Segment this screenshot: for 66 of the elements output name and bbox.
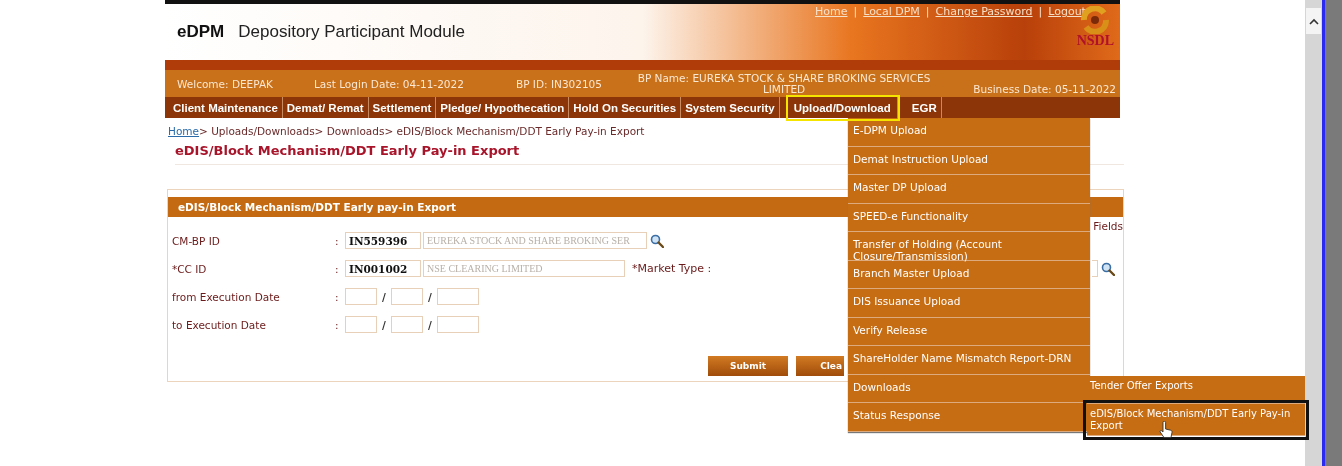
- app-name: eDPM: [177, 22, 225, 42]
- dropdown-menu-item[interactable]: Transfer of Holding (Account Closure/Transmission): [848, 232, 1090, 261]
- dropdown-menu-item[interactable]: SPEED-e Functionality: [848, 203, 1090, 232]
- dropdown-menu-item[interactable]: DIS Issuance Upload: [848, 289, 1090, 318]
- description-field: EUREKA STOCK AND SHARE BROKING SER: [423, 232, 647, 249]
- input-field[interactable]: [391, 316, 423, 333]
- input-field[interactable]: IN559396: [345, 232, 421, 249]
- link-separator: |: [1038, 5, 1043, 18]
- field-label: *Market Type :: [632, 262, 712, 275]
- colon: :: [335, 234, 340, 247]
- menu-tab[interactable]: Upload/Download: [787, 97, 898, 119]
- menu-tab[interactable]: Demat/ Remat: [282, 97, 369, 118]
- mandatory-note: Fields: [1093, 220, 1123, 232]
- info-text: Last Login Date: 04-11-2022: [314, 77, 465, 90]
- date-separator: /: [427, 290, 433, 303]
- date-separator: /: [427, 318, 433, 331]
- input-field[interactable]: IN001002: [345, 260, 421, 277]
- dropdown-menu-item[interactable]: ShareHolder Name Mismatch Report-DRN: [848, 346, 1090, 375]
- breadcrumb-trail: > Uploads/Downloads> Downloads> eDIS/Block Mechanism/DDT Early Pay-in Export: [199, 125, 645, 137]
- date-separator: /: [381, 318, 387, 331]
- header-link[interactable]: Logout: [1048, 5, 1086, 18]
- header-link[interactable]: Home: [815, 5, 848, 18]
- input-field[interactable]: [437, 316, 479, 333]
- colon: :: [335, 318, 340, 331]
- dropdown-menu-item[interactable]: Verify Release: [848, 317, 1090, 346]
- input-field[interactable]: [1092, 260, 1098, 277]
- submit-button[interactable]: Submit: [708, 356, 788, 376]
- input-field[interactable]: [345, 288, 377, 305]
- dropdown-menu-item[interactable]: Master DP Upload: [848, 175, 1090, 204]
- menu-tab[interactable]: System Security: [681, 97, 780, 118]
- link-separator: |: [853, 5, 858, 18]
- breadcrumb-link[interactable]: Home: [168, 125, 199, 137]
- colon: :: [335, 290, 340, 303]
- menu-tab[interactable]: Settlement: [368, 97, 437, 118]
- date-separator: /: [381, 290, 387, 303]
- info-text: Welcome: DEEPAK: [177, 77, 274, 90]
- input-field[interactable]: [391, 288, 423, 305]
- input-field[interactable]: [345, 316, 377, 333]
- header-link[interactable]: Local DPM: [863, 5, 920, 18]
- menu-tab[interactable]: Hold On Securities: [569, 97, 682, 118]
- scrollbar[interactable]: [1305, 0, 1322, 466]
- link-separator: |: [925, 5, 930, 18]
- search-icon[interactable]: [1101, 261, 1115, 276]
- dropdown-menu-item[interactable]: E-DPM Upload: [848, 118, 1090, 147]
- field-label: CM-BP ID: [172, 234, 221, 247]
- dropdown-menu-item[interactable]: Downloads: [848, 374, 1090, 403]
- info-text: BP ID: IN302105: [516, 77, 603, 90]
- business-date: Business Date: 05-11-2022: [973, 83, 1116, 97]
- dropdown-menu-item[interactable]: Status Response: [848, 403, 1090, 432]
- scroll-up-icon[interactable]: [1308, 17, 1319, 25]
- search-icon[interactable]: [650, 233, 664, 248]
- menu-tab[interactable]: Pledge/ Hypothecation: [436, 97, 570, 118]
- field-label: from Execution Date: [172, 290, 281, 303]
- field-label: to Execution Date: [172, 318, 267, 331]
- input-field[interactable]: [437, 288, 479, 305]
- colon: :: [335, 262, 340, 275]
- description-field: NSE CLEARING LIMITED: [423, 260, 625, 277]
- dropdown-menu-item[interactable]: Demat Instruction Upload: [848, 146, 1090, 175]
- app-title: Depository Participant Module: [238, 22, 465, 42]
- field-label: *CC ID: [172, 262, 208, 275]
- header-link[interactable]: Change Password: [935, 5, 1033, 18]
- clear-button[interactable]: Clea: [796, 356, 844, 376]
- info-text: BP Name: EUREKA STOCK & SHARE BROKING SERVICES LIMITED: [636, 72, 932, 95]
- menu-tab[interactable]: Client Maintenance: [169, 97, 283, 118]
- hand-cursor-icon: [1159, 421, 1173, 439]
- logo-text: NSDL: [1076, 34, 1114, 48]
